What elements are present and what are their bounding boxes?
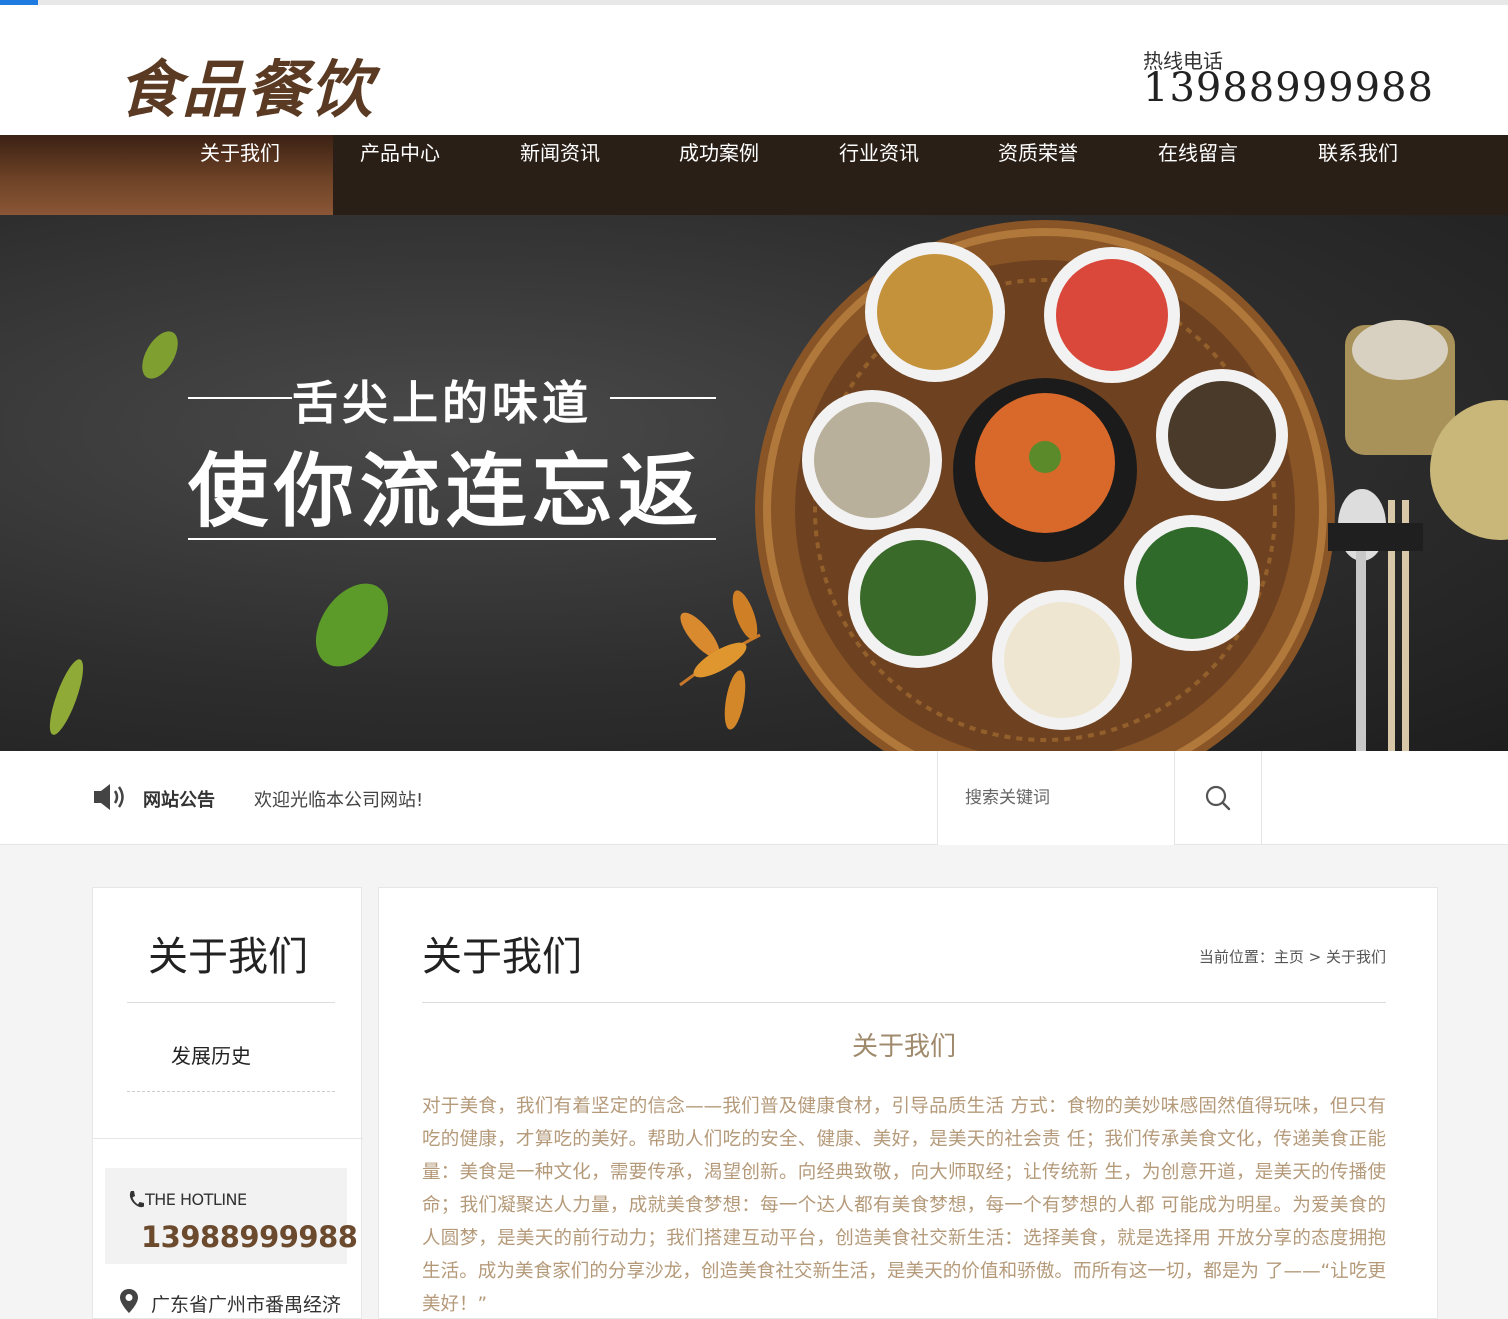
sidebar-section-separator: [93, 1138, 363, 1139]
banner-slogan-line1: 舌尖上的味道: [292, 376, 592, 430]
sidebar: 关于我们 发展历史 THE HOTLINE 13988999988 广东省广州市…: [92, 887, 363, 1319]
slogan-rule-left: [188, 397, 292, 399]
site-header: 食品餐饮 热线电话 13988999988: [0, 5, 1508, 135]
search-icon: [1205, 785, 1231, 811]
sidebar-dashed-divider: [127, 1091, 335, 1092]
nav-item-cases[interactable]: 成功案例: [679, 137, 759, 166]
breadcrumb: 当前位置：主页 > 关于我们: [1199, 946, 1386, 967]
nav-item-honors[interactable]: 资质荣誉: [998, 137, 1078, 166]
location-pin-icon: [120, 1289, 138, 1313]
sidebar-hotline-box: THE HOTLINE 13988999988: [105, 1168, 358, 1264]
notice-bar: 网站公告 欢迎光临本公司网站!: [0, 751, 1508, 845]
sidebar-title: 关于我们: [148, 934, 308, 980]
main-content: 关于我们 当前位置：主页 > 关于我们 关于我们 对于美食，我们有着坚定的信念—…: [378, 887, 1438, 1319]
main-nav: 关于我们 产品中心 新闻资讯 成功案例 行业资讯 资质荣誉 在线留言 联系我们: [0, 135, 1508, 215]
nav-item-industry[interactable]: 行业资讯: [839, 137, 919, 166]
search-input[interactable]: [937, 751, 1175, 845]
nav-item-products[interactable]: 产品中心: [360, 137, 440, 166]
sidebar-address: 广东省广州市番禺经济: [151, 1294, 342, 1316]
breadcrumb-prefix: 当前位置：: [1198, 948, 1274, 966]
breadcrumb-home[interactable]: 主页: [1274, 948, 1304, 966]
sidebar-hotline-number: 13988999988: [141, 1220, 358, 1254]
slogan-rule-bottom: [188, 538, 716, 540]
site-logo[interactable]: 食品餐饮: [118, 39, 374, 129]
breadcrumb-separator: >: [1308, 948, 1322, 966]
nav-item-message[interactable]: 在线留言: [1158, 137, 1238, 166]
nav-item-news[interactable]: 新闻资讯: [520, 137, 600, 166]
nav-item-about[interactable]: 关于我们: [200, 137, 280, 166]
sidebar-item-history[interactable]: 发展历史: [171, 1040, 251, 1069]
hero-banner[interactable]: 舌尖上的味道 使你流连忘返: [0, 215, 1508, 751]
sidebar-hotline-label: THE HOTLINE: [145, 1190, 247, 1209]
notice-label: 网站公告: [143, 790, 215, 811]
nav-active-highlight: [0, 135, 333, 215]
notice-text: 欢迎光临本公司网站!: [254, 790, 424, 811]
page-title: 关于我们: [422, 934, 582, 980]
article-body: 对于美食，我们有着坚定的信念——我们普及健康食材，引导品质生活 方式：食物的美妙…: [422, 1096, 1386, 1315]
speaker-icon: [94, 784, 124, 810]
banner-slogan-line2: 使你流连忘返: [188, 444, 704, 538]
hotline-number: 13988999988: [1143, 65, 1434, 111]
sidebar-divider: [127, 1002, 335, 1003]
article-title: 关于我们: [851, 1032, 956, 1062]
phone-icon: [129, 1191, 144, 1208]
slogan-rule-right: [610, 397, 716, 399]
content-divider: [422, 1002, 1386, 1003]
search-button[interactable]: [1175, 751, 1262, 845]
nav-item-contact[interactable]: 联系我们: [1318, 137, 1398, 166]
breadcrumb-current[interactable]: 关于我们: [1326, 948, 1386, 966]
